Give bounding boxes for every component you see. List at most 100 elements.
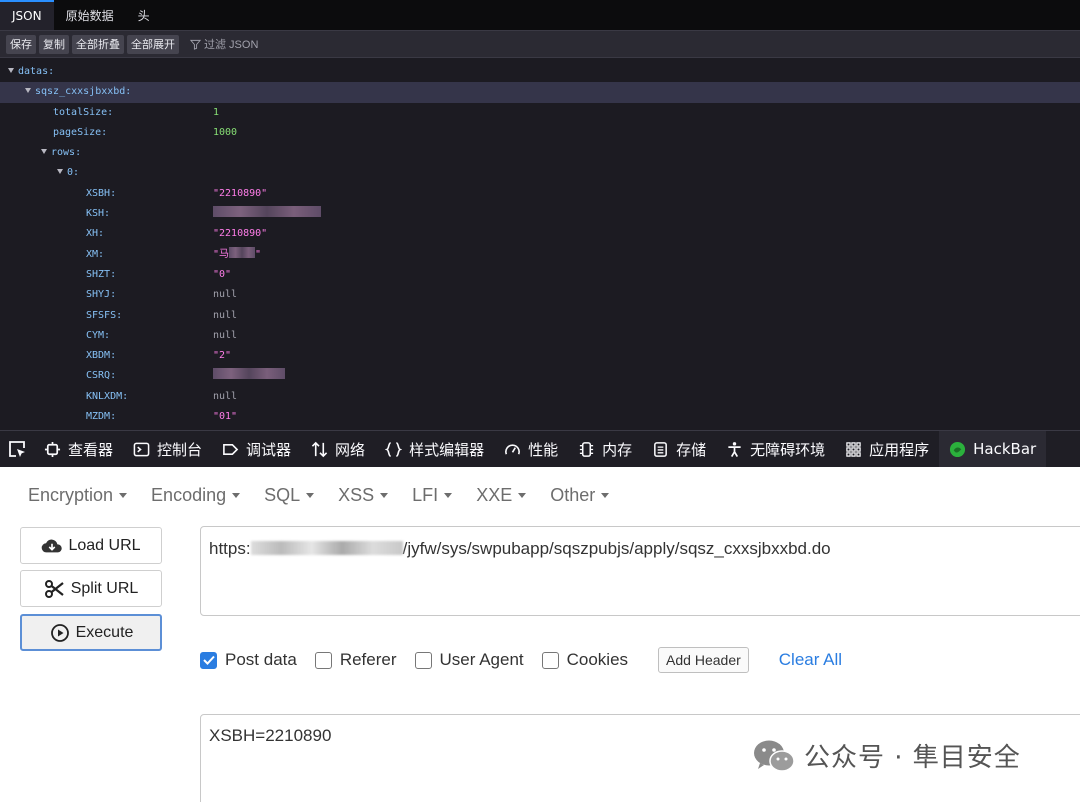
json-field-list: XSBH: "2210890" KSH: XH: "2210890" XM: "马 " SHZT… [0, 184, 1080, 428]
tab-style-editor[interactable]: 样式编辑器 [375, 431, 494, 467]
tab-hackbar[interactable]: HackBar [939, 431, 1047, 467]
tab-console[interactable]: 控制台 [123, 431, 212, 467]
chevron-down-icon [601, 493, 610, 498]
tab-label: 性能 [528, 440, 559, 459]
json-viewer-panel: JSON 原始数据 头 保存 复制 全部折叠 全部展开 过滤 JSON data… [0, 0, 1080, 430]
json-value: 1 [213, 106, 220, 118]
tab-storage[interactable]: 存储 [642, 431, 716, 467]
json-field-row[interactable]: KNLXDM: null [0, 387, 1080, 407]
json-field-row[interactable]: XH: "2210890" [0, 224, 1080, 244]
json-field-row[interactable]: SFSFS: null [0, 306, 1080, 326]
redacted-value [213, 206, 321, 218]
json-value: "2210890" [213, 224, 267, 244]
json-field-row[interactable]: CSRQ: [0, 366, 1080, 386]
tab-headers[interactable]: 头 [126, 0, 162, 30]
json-node-pagesize[interactable]: pageSize: 1000 [0, 123, 1080, 143]
checkbox-label: User Agent [439, 650, 524, 669]
chevron-down-icon [232, 493, 241, 498]
tab-label: 查看器 [68, 440, 114, 459]
menu-lfi[interactable]: LFI [412, 485, 453, 506]
menu-label: Encryption [28, 485, 114, 505]
checkbox-checked[interactable] [200, 651, 217, 669]
json-value: null [213, 306, 237, 326]
tab-label: 控制台 [157, 440, 203, 459]
menu-label: SQL [264, 485, 301, 505]
json-key: CYM: [86, 329, 111, 341]
json-value: 1000 [213, 126, 238, 138]
console-icon [133, 442, 150, 456]
split-url-button[interactable]: Split URL [20, 570, 162, 607]
json-key: totalSize: [53, 106, 114, 118]
tab-memory[interactable]: 内存 [568, 431, 642, 467]
filter-icon [190, 39, 201, 50]
json-node-totalsize[interactable]: totalSize: 1 [0, 103, 1080, 123]
user-agent-checkbox[interactable]: User Agent [414, 650, 524, 670]
element-picker-button[interactable] [0, 431, 34, 467]
menu-sql[interactable]: SQL [264, 485, 315, 506]
devtools-toolbar: 查看器 控制台 调试器 网络 样式编辑器 性能 内存 存储 无障碍环境 应用程序… [0, 430, 1080, 467]
json-node-rows[interactable]: rows: [0, 143, 1080, 163]
tab-label: 样式编辑器 [409, 440, 485, 459]
menu-encoding[interactable]: Encoding [151, 485, 241, 506]
json-key: sqsz_cxxsjbxxbd: [35, 86, 132, 98]
tab-raw-data[interactable]: 原始数据 [54, 0, 126, 30]
json-value: "01" [213, 407, 237, 427]
menu-encryption[interactable]: Encryption [28, 485, 128, 506]
tab-inspector[interactable]: 查看器 [34, 431, 123, 467]
tab-label: 内存 [602, 440, 633, 459]
json-field-row[interactable]: SHZT: "0" [0, 265, 1080, 285]
add-header-button[interactable]: Add Header [658, 647, 749, 673]
tab-performance[interactable]: 性能 [494, 431, 568, 467]
tab-network[interactable]: 网络 [301, 431, 375, 467]
execute-button[interactable]: Execute [20, 614, 162, 651]
filter-json-input[interactable]: 过滤 JSON [190, 36, 258, 52]
collapse-all-button[interactable]: 全部折叠 [72, 34, 124, 54]
json-value: "马 " [213, 245, 261, 265]
redacted-value [229, 246, 256, 258]
json-key: pageSize: [53, 126, 108, 138]
cookies-checkbox[interactable]: Cookies [541, 650, 628, 670]
menu-other[interactable]: Other [550, 485, 610, 506]
tab-json[interactable]: JSON [0, 0, 54, 30]
json-node-row-0[interactable]: 0: [0, 163, 1080, 183]
element-picker-icon [9, 441, 25, 457]
json-value [213, 204, 321, 224]
json-field-row[interactable]: MZDM: "01" [0, 407, 1080, 427]
play-circle-icon [50, 623, 69, 642]
expand-all-button[interactable]: 全部展开 [127, 34, 179, 54]
clear-all-link[interactable]: Clear All [779, 650, 842, 670]
expand-arrow-icon [41, 149, 47, 155]
json-field-row[interactable]: XSBH: "2210890" [0, 184, 1080, 204]
checkbox-unchecked[interactable] [414, 651, 432, 669]
url-input[interactable]: https: /jyfw/sys/swpubapp/sqszpubjs/apply… [200, 526, 1080, 616]
json-value: null [213, 326, 237, 346]
json-field-row[interactable]: CYM: null [0, 326, 1080, 346]
menu-xxe[interactable]: XXE [476, 485, 527, 506]
json-value-text: "马 [213, 248, 230, 260]
json-field-row[interactable]: XM: "马 " [0, 245, 1080, 265]
copy-button[interactable]: 复制 [39, 34, 69, 54]
storage-icon [654, 441, 668, 457]
json-field-row[interactable]: KSH: [0, 204, 1080, 224]
json-viewer-tabs: JSON 原始数据 头 [0, 0, 1080, 31]
save-button[interactable]: 保存 [6, 34, 36, 54]
tab-application[interactable]: 应用程序 [835, 431, 939, 467]
tab-accessibility[interactable]: 无障碍环境 [716, 431, 835, 467]
json-node-sqsz[interactable]: sqsz_cxxsjbxxbd: [0, 82, 1080, 103]
post-data-checkbox[interactable]: Post data [200, 650, 297, 670]
json-field-row[interactable]: XBDM: "2" [0, 346, 1080, 366]
hackbar-menu: Encryption Encoding SQL XSS LFI XXE Othe… [28, 485, 610, 506]
load-url-button[interactable]: Load URL [20, 527, 162, 564]
json-key: KSH: [86, 208, 111, 220]
checkbox-unchecked[interactable] [314, 651, 332, 669]
menu-xss[interactable]: XSS [338, 485, 389, 506]
json-key: MZDM: [86, 411, 117, 423]
wechat-logo-icon [754, 740, 795, 772]
tab-label: 网络 [335, 440, 366, 459]
tab-debugger[interactable]: 调试器 [212, 431, 301, 467]
json-node-datas[interactable]: datas: [0, 62, 1080, 82]
watermark-text: 公众号 · 隼目安全 [804, 743, 1021, 773]
checkbox-unchecked[interactable] [541, 651, 559, 669]
referer-checkbox[interactable]: Referer [314, 650, 397, 670]
json-field-row[interactable]: SHYJ: null [0, 285, 1080, 305]
